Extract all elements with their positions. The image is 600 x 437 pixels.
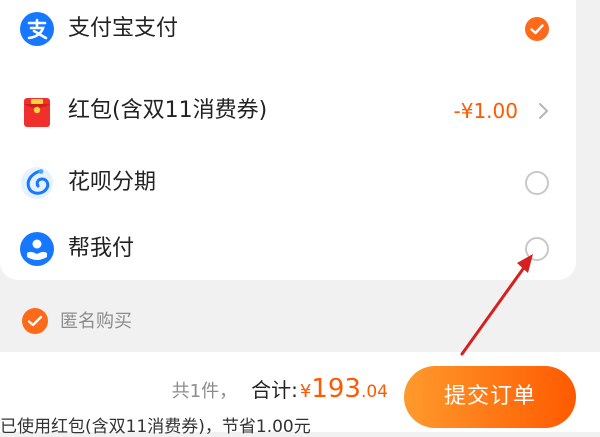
payment-option-help-pay[interactable]: 帮我付 — [0, 218, 576, 278]
payment-option-red-packet[interactable]: 红包(含双11消费券) -¥1.00 — [0, 82, 576, 142]
item-count: 共1件， — [171, 381, 238, 402]
help-pay-icon — [20, 232, 54, 266]
total-integer: 193 — [311, 374, 361, 404]
payment-option-alipay[interactable]: 支付宝支付 — [0, 0, 576, 60]
huabei-radio[interactable] — [525, 171, 549, 195]
checkmark-icon — [27, 315, 43, 327]
payment-option-huabei[interactable]: 花呗分期 — [0, 153, 576, 213]
payment-card: 支付宝支付 红包(含双11消费券) -¥1.00 花呗分期 帮我付 — [0, 0, 576, 280]
huabei-label: 花呗分期 — [68, 170, 157, 195]
currency-symbol: ¥ — [299, 381, 312, 402]
alipay-radio-checked[interactable] — [525, 17, 549, 41]
alipay-icon — [20, 12, 54, 46]
anonymous-label: 匿名购买 — [60, 311, 132, 332]
savings-text: 已使用红包(含双11消费券)，节省1.00元 — [0, 417, 311, 437]
order-total-line: 共1件， 合计: ¥193.04 — [172, 374, 388, 407]
total-label: 合计: — [251, 378, 298, 402]
huabei-icon — [20, 166, 54, 200]
help-pay-radio[interactable] — [525, 237, 549, 261]
checkmark-icon — [530, 24, 544, 35]
red-packet-icon — [20, 95, 54, 129]
alipay-label: 支付宝支付 — [68, 16, 179, 41]
chevron-right-icon[interactable] — [537, 101, 551, 121]
red-packet-amount: -¥1.00 — [453, 99, 518, 123]
submit-order-button[interactable]: 提交订单 — [404, 366, 576, 428]
checkout-bar: 共1件， 合计: ¥193.04 已使用红包(含双11消费券)，节省1.00元 提交… — [0, 352, 600, 437]
anonymous-checkbox-checked[interactable] — [22, 308, 48, 334]
help-pay-label: 帮我付 — [68, 236, 135, 261]
red-packet-label: 红包(含双11消费券) — [68, 98, 268, 123]
total-decimal: .04 — [360, 382, 388, 402]
